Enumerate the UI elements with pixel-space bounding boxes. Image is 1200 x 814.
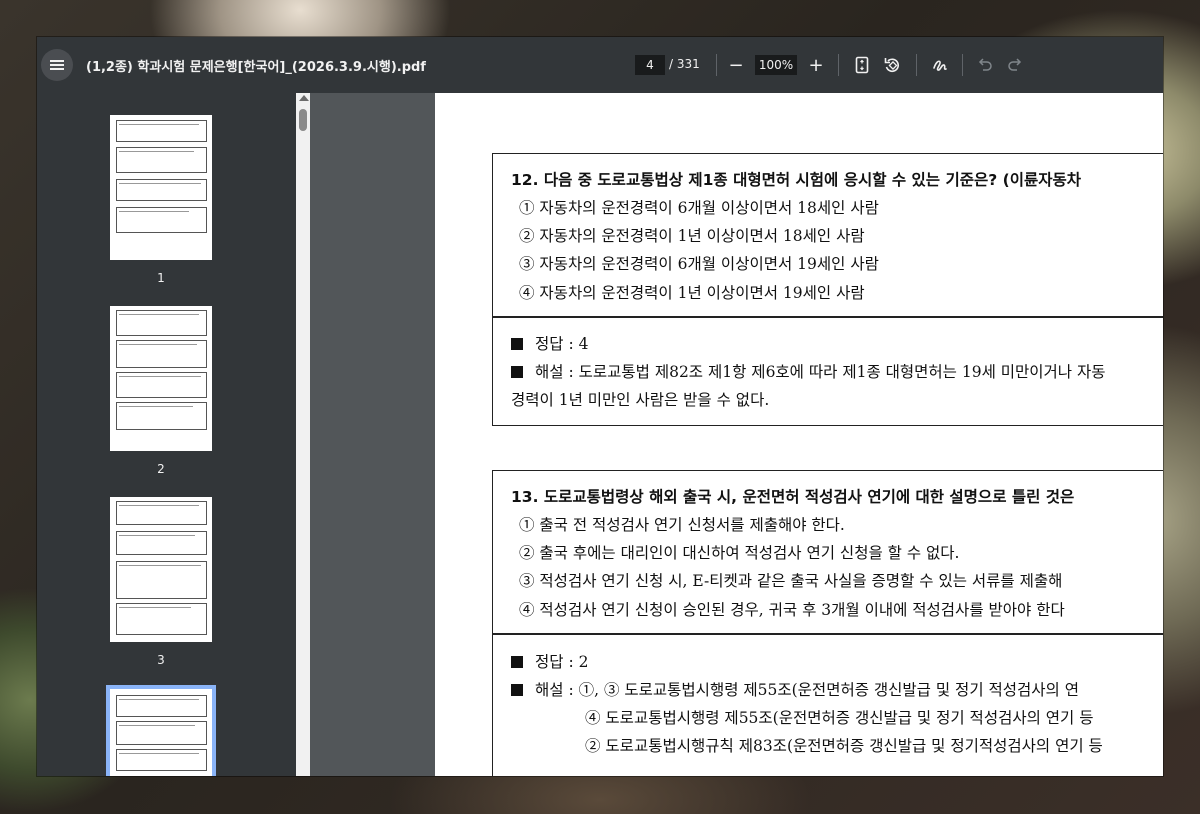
bullet-square-icon [511,684,523,696]
thumbnail-number: 1 [157,271,165,285]
document-title: (1,2종) 학과시험 문제은행[한국어]_(2026.3.9.시행).pdf [86,60,426,75]
page-thumbnail-4[interactable] [106,685,216,776]
redo-icon [1008,58,1022,71]
answer-text: 정답 : 2 [535,653,589,671]
question-box-13: 13. 도로교통법령상 해외 출국 시, 운전면허 적성검사 연기에 대한 설명… [492,470,1163,776]
option: ④ 자동차의 운전경력이 1년 이상이면서 19세인 사람 [519,284,865,302]
question-box-12: 12. 다음 중 도로교통법상 제1종 대형면허 시험에 응시할 수 있는 기준… [492,153,1163,426]
pen-squiggle-icon [933,60,947,71]
pdf-page: 12. 다음 중 도로교통법상 제1종 대형면허 시험에 응시할 수 있는 기준… [435,93,1163,776]
document-viewer[interactable]: 12. 다음 중 도로교통법상 제1종 대형면허 시험에 응시할 수 있는 기준… [310,93,1163,776]
fit-page-icon [855,56,869,74]
option: ④ 적성검사 연기 신청이 승인된 경우, 귀국 후 3개월 이내에 적성검사를… [519,601,1065,619]
option: ② 출국 후에는 대리인이 대신하여 적성검사 연기 신청을 할 수 없다. [519,544,960,562]
undo-icon [978,58,992,71]
draw-button[interactable] [927,52,953,78]
answer-text: 정답 : 4 [535,335,589,353]
thumbnail-number: 2 [157,462,165,476]
option: ① 출국 전 적성검사 연기 신청서를 제출해야 한다. [519,516,845,534]
explanation-text: 해설 : 도로교통법 제82조 제1항 제6호에 따라 제1종 대형면허는 19… [535,363,1106,381]
scroll-up-arrow-icon[interactable] [299,95,309,101]
toolbar-divider [962,54,963,76]
question-text: 13. 도로교통법령상 해외 출국 시, 운전면허 적성검사 연기에 대한 설명… [511,488,1075,506]
question-text: 12. 다음 중 도로교통법상 제1종 대형면허 시험에 응시할 수 있는 기준… [511,171,1081,189]
page-total: / 331 [669,57,700,71]
answer-line: 정답 : 4 [511,332,588,354]
toolbar-divider [716,54,717,76]
menu-button[interactable] [41,49,73,81]
pdf-viewer-window: (1,2종) 학과시험 문제은행[한국어]_(2026.3.9.시행).pdf … [37,37,1163,776]
redo-button[interactable] [1002,52,1028,78]
explanation-line: 해설 : ①, ③ 도로교통법시행령 제55조(운전면허증 갱신발급 및 정기 … [511,678,1079,700]
bullet-square-icon [511,366,523,378]
fit-page-button[interactable] [849,52,875,78]
zoom-out-button[interactable]: − [723,52,749,78]
section-divider [493,316,1163,318]
page-thumbnail-3[interactable] [110,497,212,642]
option: ② 자동차의 운전경력이 1년 이상이면서 18세인 사람 [519,227,865,245]
section-divider [493,633,1163,635]
toolbar-divider [916,54,917,76]
option: ① 자동차의 운전경력이 6개월 이상이면서 18세인 사람 [519,199,879,217]
explanation-text: ④ 도로교통법시행령 제55조(운전면허증 갱신발급 및 정기 적성검사의 연기… [585,709,1094,727]
option: ③ 자동차의 운전경력이 6개월 이상이면서 19세인 사람 [519,255,879,273]
hamburger-icon [50,64,64,66]
bullet-square-icon [511,338,523,350]
page-thumbnail-2[interactable] [110,306,212,451]
thumbnail-sidebar: 1 2 3 [37,93,296,776]
page-thumbnail-1[interactable] [110,115,212,260]
sidebar-scroll-thumb[interactable] [299,109,307,131]
explanation-text: 해설 : ①, ③ 도로교통법시행령 제55조(운전면허증 갱신발급 및 정기 … [535,681,1079,699]
rotate-icon [884,58,900,73]
rotate-button[interactable] [880,52,906,78]
thumbnail-number: 3 [157,653,165,667]
bullet-square-icon [511,656,523,668]
zoom-in-button[interactable]: + [803,52,829,78]
explanation-line: 해설 : 도로교통법 제82조 제1항 제6호에 따라 제1종 대형면허는 19… [511,360,1106,382]
option: ③ 적성검사 연기 신청 시, E-티켓과 같은 출국 사실을 증명할 수 있는… [519,572,1063,590]
explanation-text: 경력이 1년 미만인 사람은 받을 수 없다. [511,391,770,409]
sidebar-scrollbar[interactable] [296,93,310,776]
answer-line: 정답 : 2 [511,650,588,672]
explanation-text: ② 도로교통법시행규칙 제83조(운전면허증 갱신발급 및 정기적성검사의 연기… [585,737,1103,755]
toolbar-divider [838,54,839,76]
toolbar: (1,2종) 학과시험 문제은행[한국어]_(2026.3.9.시행).pdf … [37,37,1163,93]
page-number-input[interactable]: 4 [635,55,665,75]
undo-button[interactable] [972,52,998,78]
zoom-input[interactable]: 100% [755,55,797,75]
